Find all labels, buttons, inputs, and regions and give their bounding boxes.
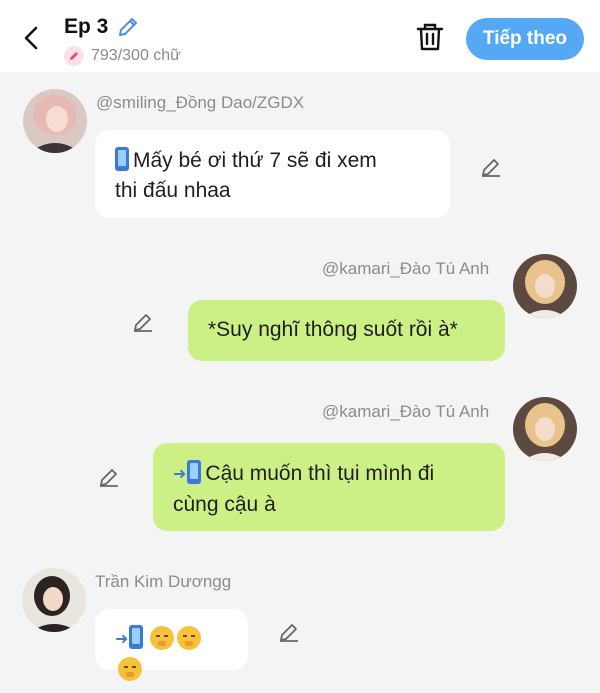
message-bubble[interactable]: ➜ bbox=[95, 609, 248, 681]
word-count: 793/300 chữ bbox=[91, 47, 181, 64]
message-text: ➜ bbox=[115, 624, 228, 685]
message-bubble[interactable]: *Suy nghĩ thông suốt rồi à* bbox=[188, 300, 505, 361]
message-username: @smiling_Đồng Dao/ZGDX bbox=[96, 93, 305, 112]
message-text: thi đấu nhaa bbox=[115, 179, 231, 202]
message-username: @kamari_Đào Tú Anh bbox=[322, 402, 490, 421]
pencil-icon[interactable] bbox=[97, 465, 121, 489]
avatar[interactable] bbox=[513, 254, 577, 318]
message-username: Trần Kim Dươngg bbox=[95, 572, 232, 591]
mobile-phone-icon bbox=[187, 460, 202, 484]
pencil-icon[interactable] bbox=[131, 310, 155, 334]
avatar[interactable] bbox=[22, 568, 86, 632]
mobile-phone-icon bbox=[129, 625, 144, 649]
shushing-face-icon bbox=[177, 626, 202, 650]
arrow-right-icon: ➜ bbox=[115, 631, 129, 648]
shushing-face-icon bbox=[150, 626, 175, 650]
chevron-left-icon[interactable] bbox=[18, 24, 46, 52]
pencil-icon bbox=[64, 46, 84, 66]
title-area: Ep 3 bbox=[64, 14, 141, 40]
message-username: @kamari_Đào Tú Anh bbox=[322, 259, 490, 278]
message-bubble[interactable]: ➜ Cậu muốn thì tụi mình đi cùng cậu à bbox=[153, 443, 505, 531]
episode-title: Ep 3 bbox=[64, 15, 109, 38]
message-text: ➜ Cậu muốn thì tụi mình đi bbox=[173, 459, 485, 490]
message-text: *Suy nghĩ thông suốt rồi à* bbox=[208, 318, 458, 341]
word-count-row: 793/300 chữ bbox=[64, 45, 181, 67]
pencil-icon[interactable] bbox=[479, 155, 503, 179]
next-button[interactable]: Tiếp theo bbox=[466, 18, 584, 60]
avatar[interactable] bbox=[513, 397, 577, 461]
arrow-right-icon: ➜ bbox=[173, 466, 187, 483]
avatar[interactable] bbox=[23, 89, 87, 153]
message-text: Mấy bé ơi thứ 7 sẽ đi xem bbox=[115, 146, 430, 176]
mobile-phone-icon bbox=[115, 147, 129, 171]
top-bar: Ep 3 793/300 chữ Tiếp theo bbox=[0, 0, 600, 72]
message-text: cùng cậu à bbox=[173, 493, 276, 516]
pencil-icon[interactable] bbox=[277, 620, 301, 644]
message-bubble[interactable]: Mấy bé ơi thứ 7 sẽ đi xem thi đấu nhaa bbox=[95, 130, 450, 218]
pencil-icon[interactable] bbox=[115, 14, 141, 40]
trash-icon[interactable] bbox=[416, 22, 444, 52]
shushing-face-icon bbox=[118, 657, 142, 681]
